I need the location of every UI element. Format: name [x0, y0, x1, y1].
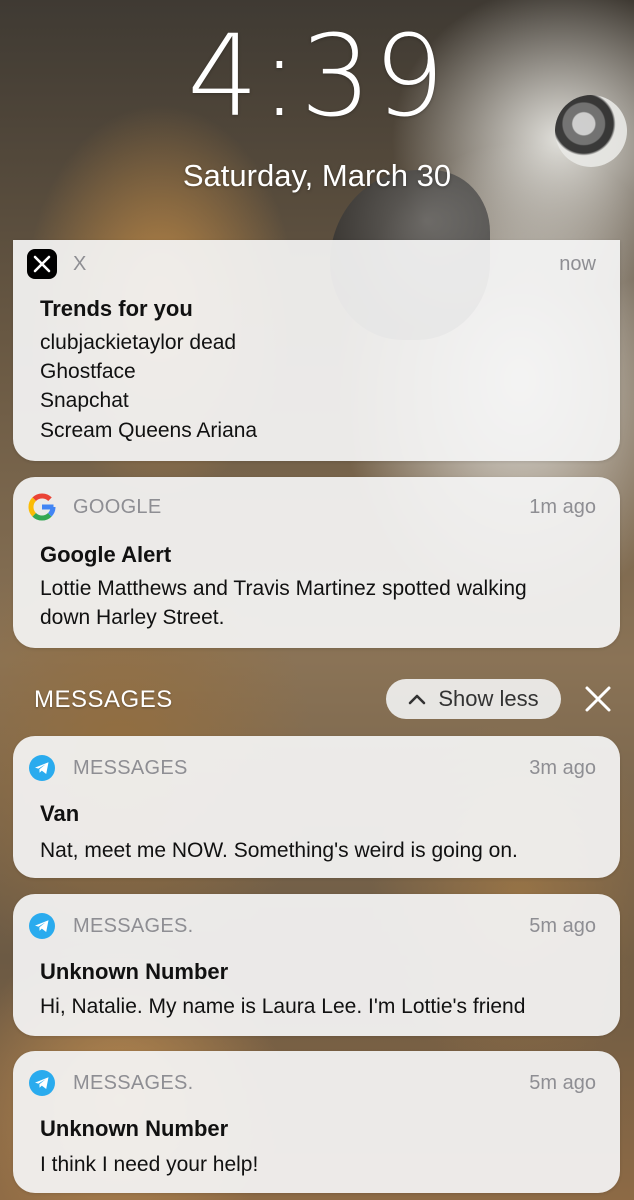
- notification-body-line: down Harley Street.: [40, 606, 225, 629]
- notification-title: Trends for you: [40, 296, 193, 321]
- notification-message[interactable]: MESSAGES. 5m ago Unknown Number Hi, Nata…: [13, 894, 620, 1036]
- telegram-icon: [27, 911, 57, 941]
- google-g-icon: [27, 492, 57, 522]
- chevron-up-icon: [409, 694, 426, 705]
- message-sender: Van: [40, 801, 80, 826]
- trend-item: Scream Queens Ariana: [40, 419, 258, 442]
- notification-time: 5m ago: [529, 1071, 596, 1094]
- telegram-icon: [27, 753, 57, 783]
- show-less-button[interactable]: Show less: [386, 679, 561, 719]
- notification-time: 3m ago: [529, 756, 596, 779]
- notification-body-line: Lottie Matthews and Travis Martinez spot…: [40, 577, 527, 600]
- notification-time: 5m ago: [529, 914, 596, 937]
- notification-time: now: [559, 252, 596, 275]
- close-icon[interactable]: [582, 683, 614, 715]
- lock-clock: 4:39: [187, 12, 447, 142]
- app-name: X: [73, 252, 87, 275]
- notification-message[interactable]: MESSAGES 3m ago Van Nat, meet me NOW. So…: [13, 736, 620, 878]
- trend-item: Ghostface: [40, 360, 136, 383]
- app-name: MESSAGES: [73, 756, 188, 779]
- app-name: GOOGLE: [73, 495, 162, 518]
- notification-google[interactable]: GOOGLE 1m ago Google Alert Lottie Matthe…: [13, 477, 620, 648]
- message-text: Nat, meet me NOW. Something's weird is g…: [40, 839, 518, 862]
- app-name: MESSAGES.: [73, 1071, 194, 1094]
- message-text: Hi, Natalie. My name is Laura Lee. I'm L…: [40, 995, 526, 1018]
- notification-time: 1m ago: [529, 495, 596, 518]
- show-less-label: Show less: [438, 686, 539, 711]
- trend-item: Snapchat: [40, 389, 129, 412]
- message-text: I think I need your help!: [40, 1153, 259, 1176]
- notification-message[interactable]: MESSAGES. 5m ago Unknown Number I think …: [13, 1051, 620, 1193]
- trend-item: clubjackietaylor dead: [40, 331, 237, 354]
- telegram-icon: [27, 1068, 57, 1098]
- x-logo-icon: [27, 249, 57, 279]
- lock-date: Saturday, March 30: [182, 158, 452, 193]
- messages-group-header: MESSAGES: [34, 686, 173, 713]
- notification-title: Google Alert: [40, 542, 172, 567]
- app-name: MESSAGES.: [73, 914, 194, 937]
- message-sender: Unknown Number: [40, 959, 229, 984]
- notification-x[interactable]: X now Trends for you clubjackietaylor de…: [13, 240, 620, 461]
- message-sender: Unknown Number: [40, 1116, 229, 1141]
